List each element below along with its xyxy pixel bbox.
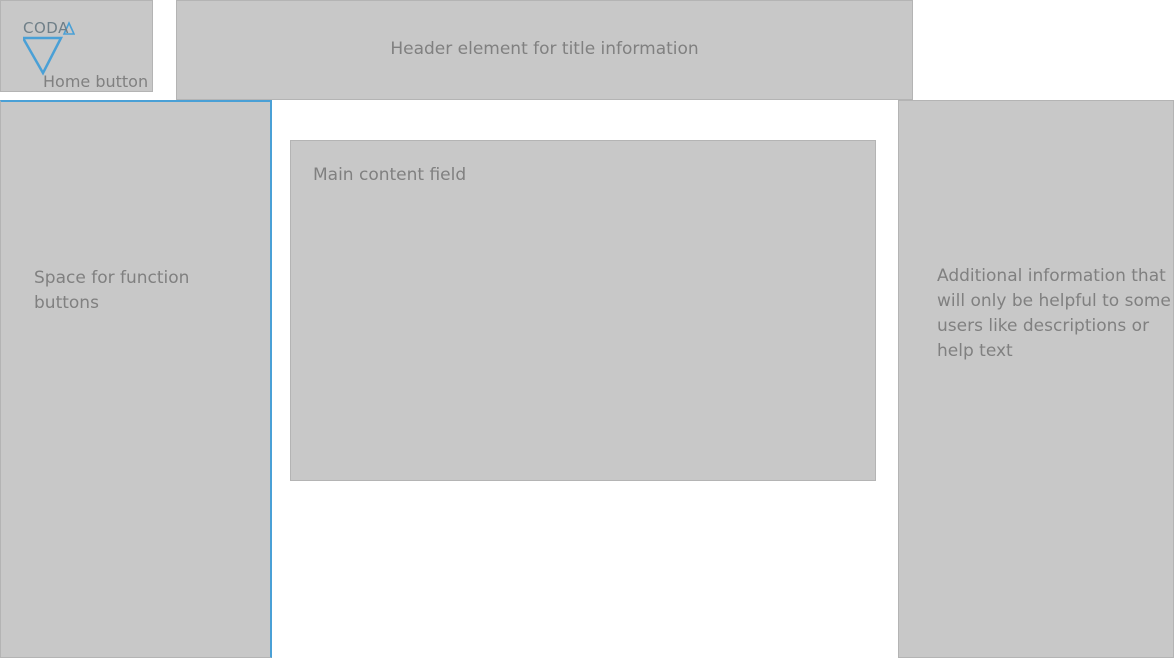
logo-text: CODA <box>23 19 69 37</box>
home-button[interactable]: CODA Home button <box>0 0 153 92</box>
main-content-label: Main content field <box>313 165 467 185</box>
page-header: Header element for title information <box>176 0 913 100</box>
info-panel-label: Additional information that will only be… <box>937 266 1171 361</box>
info-panel: Additional information that will only be… <box>898 100 1174 658</box>
wireframe-root: CODA Home button Header element for titl… <box>0 0 1174 658</box>
header-divider <box>272 99 898 100</box>
main-content-field: Main content field <box>290 140 876 481</box>
function-buttons-panel: Space for function buttons <box>0 100 272 658</box>
home-button-label: Home button <box>43 72 149 91</box>
function-buttons-label: Space for function buttons <box>34 268 190 313</box>
header-label: Header element for title information <box>390 39 699 59</box>
